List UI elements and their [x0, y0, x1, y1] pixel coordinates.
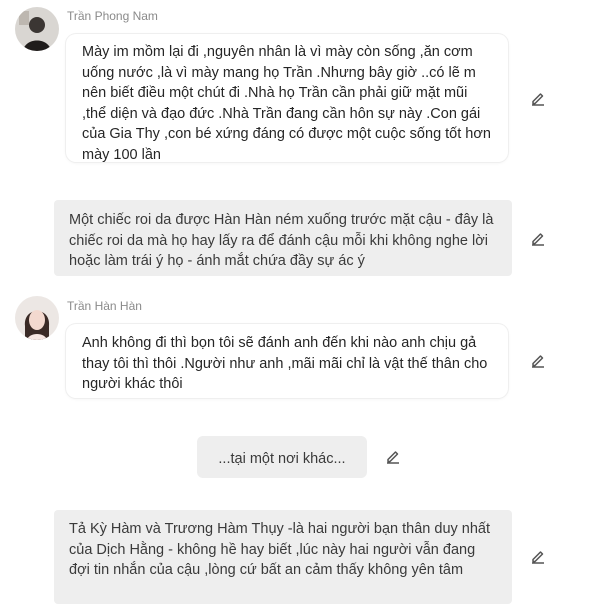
sender-name: Trần Hàn Hàn: [67, 299, 142, 313]
narration-text: Tả Kỳ Hàm và Trương Hàm Thụy -là hai ngư…: [69, 521, 491, 578]
edit-icon[interactable]: [385, 448, 401, 464]
message-text: Anh không đi thì bọn tôi sẽ đánh anh đến…: [82, 335, 488, 392]
scene-text: ...tại một nơi khác...: [218, 451, 346, 467]
narration-bubble: Một chiếc roi da được Hàn Hàn ném xuống …: [54, 200, 512, 276]
narration-bubble: Tả Kỳ Hàm và Trương Hàm Thụy -là hai ngư…: [54, 510, 512, 604]
edit-icon[interactable]: [530, 548, 546, 564]
sender-name: Trần Phong Nam: [67, 9, 158, 23]
message-bubble: Mày im mồm lại đi ,nguyên nhân là vì mày…: [66, 34, 508, 163]
scene-divider: ...tại một nơi khác...: [197, 436, 367, 478]
edit-icon[interactable]: [530, 230, 546, 246]
message-bubble: Anh không đi thì bọn tôi sẽ đánh anh đến…: [66, 324, 508, 398]
avatar-tran-phong-nam[interactable]: [15, 7, 59, 51]
narration-text: Một chiếc roi da được Hàn Hàn ném xuống …: [69, 212, 494, 269]
avatar-tran-han-han[interactable]: [15, 296, 59, 340]
message-text: Mày im mồm lại đi ,nguyên nhân là vì mày…: [82, 44, 491, 163]
edit-icon[interactable]: [530, 90, 546, 106]
edit-icon[interactable]: [530, 352, 546, 368]
